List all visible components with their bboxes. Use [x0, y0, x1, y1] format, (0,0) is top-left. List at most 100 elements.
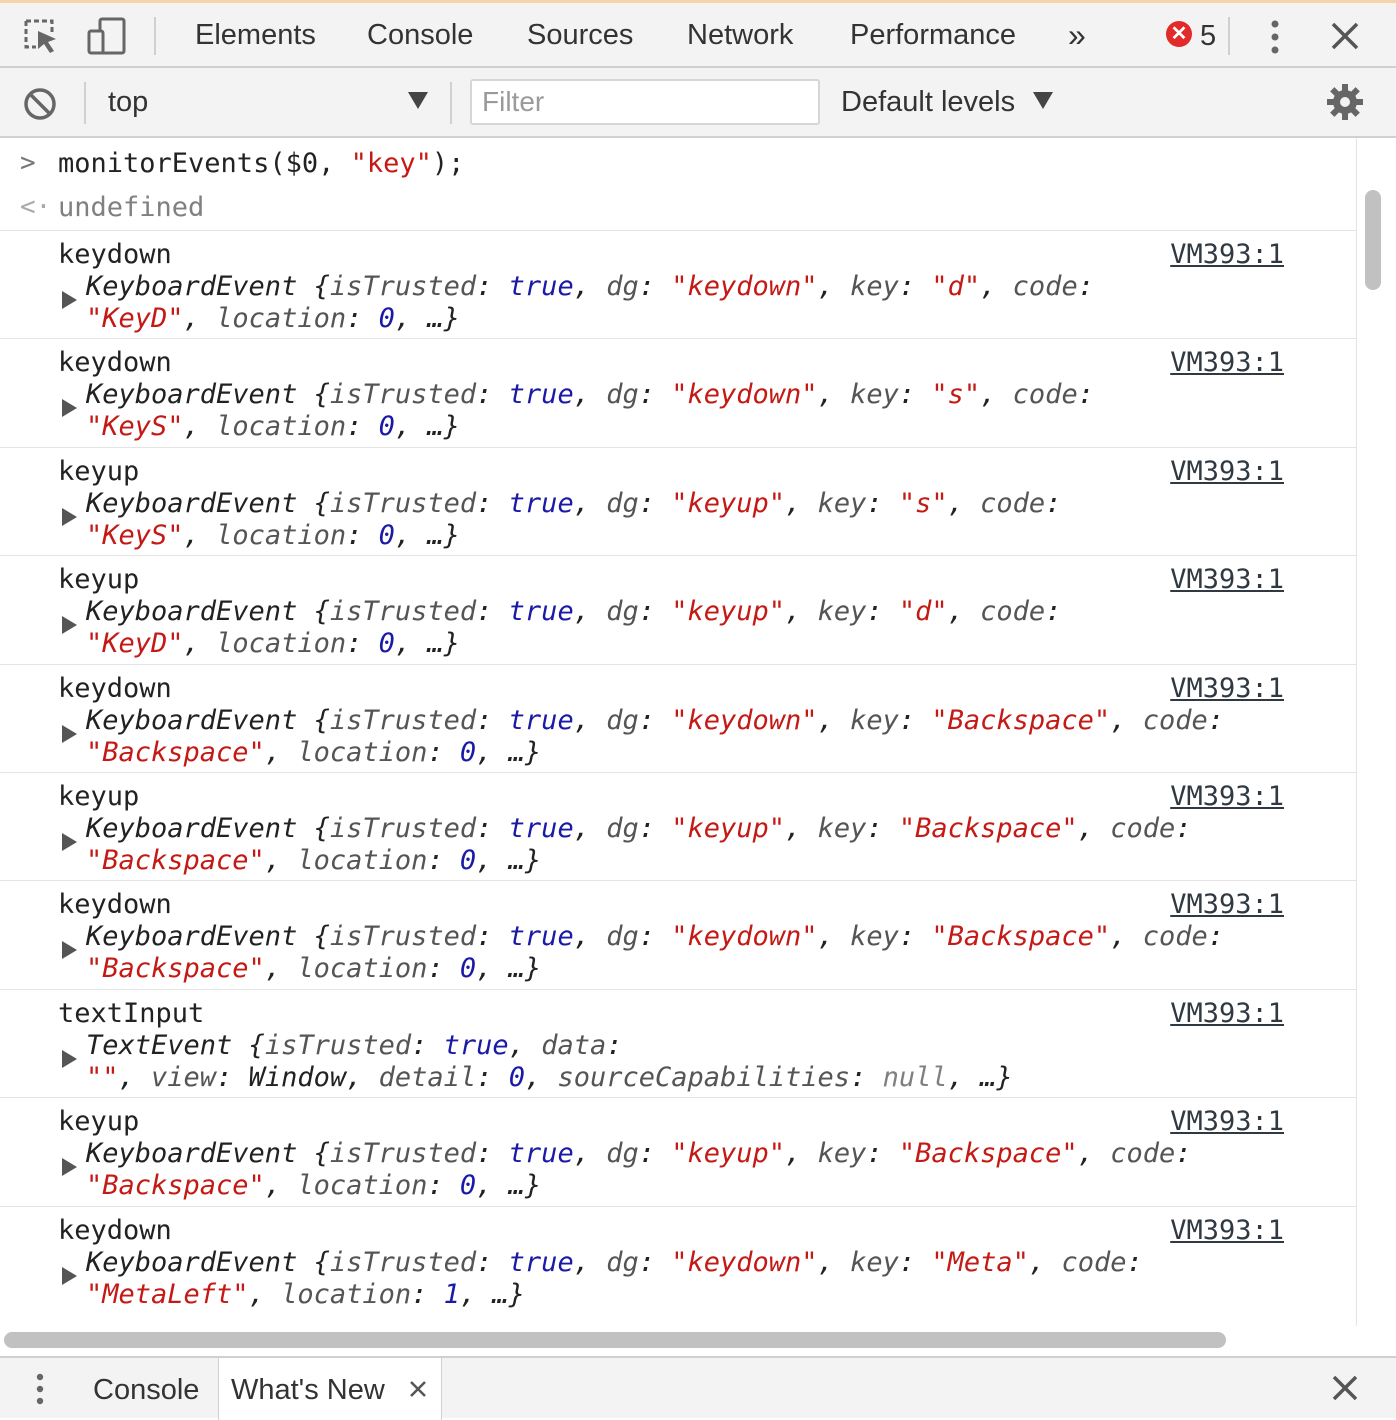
- event-object-preview[interactable]: KeyboardEvent {isTrusted: true, dg: "key…: [86, 379, 1094, 410]
- tab-sources[interactable]: Sources: [527, 17, 633, 53]
- expand-triangle-icon[interactable]: [62, 1049, 77, 1068]
- vertical-scroll-thumb[interactable]: [1365, 190, 1381, 290]
- expand-triangle-icon[interactable]: [62, 941, 77, 960]
- event-object-preview-cont[interactable]: "KeyS", location: 0, …}: [86, 520, 460, 551]
- close-drawer-icon[interactable]: [1331, 1374, 1359, 1407]
- source-link[interactable]: VM393:1: [1170, 347, 1284, 378]
- tab-network[interactable]: Network: [687, 17, 793, 53]
- error-icon[interactable]: ✕: [1166, 21, 1192, 47]
- console-result: undefined: [58, 192, 205, 223]
- event-type: keydown: [58, 239, 172, 270]
- drawer-menu-icon[interactable]: [32, 1372, 48, 1411]
- clear-console-icon[interactable]: [22, 86, 58, 127]
- event-object-preview-cont[interactable]: "Backspace", location: 0, …}: [86, 845, 541, 876]
- drawer-tab-whats-new[interactable]: What's New: [218, 1358, 442, 1420]
- toolbar-divider: [154, 17, 156, 55]
- error-count[interactable]: 5: [1200, 20, 1216, 53]
- more-tabs-icon[interactable]: »: [1068, 17, 1086, 53]
- event-object-preview-cont[interactable]: "MetaLeft", location: 1, …}: [86, 1279, 525, 1310]
- drawer-tab-bar: Console What's New: [0, 1356, 1396, 1420]
- console-log-entry[interactable]: keyup VM393:1 KeyboardEvent {isTrusted: tr…: [0, 446, 1356, 555]
- console-log-entry[interactable]: keydown VM393:1 KeyboardEvent {isTrusted: …: [0, 1205, 1356, 1314]
- toolbar-divider: [450, 82, 452, 124]
- result-chevron-icon: <·: [20, 192, 52, 222]
- console-log-entry[interactable]: keyup VM393:1 KeyboardEvent {isTrusted: tr…: [0, 1097, 1356, 1205]
- expand-triangle-icon[interactable]: [62, 833, 77, 851]
- source-link[interactable]: VM393:1: [1170, 781, 1284, 812]
- log-levels-dropdown[interactable]: Default levels: [841, 86, 1015, 119]
- event-object-preview[interactable]: KeyboardEvent {isTrusted: true, dg: "key…: [86, 271, 1094, 302]
- event-object-preview-cont[interactable]: "", view: Window, detail: 0, sourceCapab…: [86, 1062, 1013, 1093]
- horizontal-scroll-thumb[interactable]: [4, 1332, 1226, 1348]
- expand-triangle-icon[interactable]: [62, 1266, 77, 1285]
- event-type: keyup: [58, 564, 140, 596]
- console-log-entry[interactable]: textInput VM393:1 TextEvent {isTrusted: tr…: [0, 988, 1356, 1097]
- kebab-menu-icon[interactable]: [1266, 19, 1284, 60]
- event-object-preview-cont[interactable]: "KeyD", location: 0, …}: [86, 303, 460, 334]
- tab-console[interactable]: Console: [341, 17, 499, 72]
- event-type: keyup: [58, 455, 140, 487]
- event-object-preview-cont[interactable]: "KeyD", location: 0, …}: [86, 628, 460, 659]
- context-selector[interactable]: top: [108, 86, 148, 119]
- event-type: keydown: [58, 889, 172, 921]
- event-object-preview[interactable]: TextEvent {isTrusted: true, data:: [86, 1030, 622, 1061]
- expand-triangle-icon[interactable]: [62, 1158, 77, 1177]
- tab-elements[interactable]: Elements: [195, 17, 316, 53]
- source-link[interactable]: VM393:1: [1170, 889, 1284, 920]
- event-object-preview-cont[interactable]: "Backspace", location: 0, …}: [86, 737, 541, 768]
- console-log-entry[interactable]: keyup VM393:1 KeyboardEvent {isTrusted: tr…: [0, 772, 1356, 880]
- device-toolbar-icon[interactable]: [86, 17, 128, 62]
- drawer-tab-label: What's New: [231, 1374, 385, 1406]
- drawer-tab-console[interactable]: Console: [93, 1374, 199, 1407]
- source-link[interactable]: VM393:1: [1170, 1215, 1284, 1246]
- source-link[interactable]: VM393:1: [1170, 239, 1284, 270]
- event-type: keydown: [58, 347, 172, 379]
- event-object-preview[interactable]: KeyboardEvent {isTrusted: true, dg: "key…: [86, 1247, 1143, 1278]
- tab-performance[interactable]: Performance: [850, 17, 1016, 53]
- expand-triangle-icon[interactable]: [62, 291, 77, 309]
- event-type: keyup: [58, 781, 140, 812]
- console-log-entry[interactable]: keydown VM393:1 KeyboardEvent {isTrusted: …: [0, 230, 1356, 338]
- filter-input[interactable]: [470, 79, 820, 125]
- close-tab-icon[interactable]: [409, 1380, 427, 1403]
- expand-triangle-icon[interactable]: [62, 724, 77, 743]
- console-log-entry[interactable]: keydown VM393:1 KeyboardEvent {isTrusted: …: [0, 880, 1356, 988]
- event-object-preview-cont[interactable]: "Backspace", location: 0, …}: [86, 953, 541, 984]
- console-toolbar: top Default levels: [0, 68, 1396, 138]
- toolbar-divider: [1228, 17, 1230, 55]
- dropdown-arrow-icon[interactable]: [408, 92, 428, 109]
- source-link[interactable]: VM393:1: [1170, 998, 1284, 1029]
- event-type: keydown: [58, 672, 172, 704]
- settings-gear-icon[interactable]: [1326, 83, 1364, 126]
- event-object-preview[interactable]: KeyboardEvent {isTrusted: true, dg: "key…: [86, 705, 1224, 736]
- event-object-preview[interactable]: KeyboardEvent {isTrusted: true, dg: "key…: [86, 921, 1224, 952]
- source-link[interactable]: VM393:1: [1170, 564, 1284, 595]
- event-object-preview[interactable]: KeyboardEvent {isTrusted: true, dg: "key…: [86, 1138, 1191, 1169]
- event-object-preview-cont[interactable]: "Backspace", location: 0, …}: [86, 1170, 541, 1201]
- horizontal-scrollbar[interactable]: [0, 1326, 1356, 1354]
- console-log-entry[interactable]: keydown VM393:1 KeyboardEvent {isTrusted: …: [0, 338, 1356, 446]
- inspect-element-icon[interactable]: [22, 17, 60, 62]
- event-object-preview[interactable]: KeyboardEvent {isTrusted: true, dg: "key…: [86, 596, 1061, 627]
- source-link[interactable]: VM393:1: [1170, 456, 1284, 487]
- console-log-entry[interactable]: keyup VM393:1 KeyboardEvent {isTrusted: tr…: [0, 555, 1356, 663]
- vertical-scrollbar[interactable]: [1356, 138, 1396, 1326]
- console-log[interactable]: > monitorEvents($0, "key"); <· undefined…: [0, 138, 1356, 1326]
- devtools-tab-bar: Elements Console Sources Network Perform…: [0, 0, 1396, 72]
- source-link[interactable]: VM393:1: [1170, 1106, 1284, 1137]
- dropdown-arrow-icon[interactable]: [1033, 92, 1053, 109]
- event-type: keyup: [58, 1106, 140, 1138]
- event-type: textInput: [58, 997, 205, 1029]
- close-icon[interactable]: [1330, 21, 1360, 56]
- toolbar-divider: [84, 82, 86, 124]
- expand-triangle-icon[interactable]: [62, 507, 77, 526]
- event-object-preview[interactable]: KeyboardEvent {isTrusted: true, dg: "key…: [86, 813, 1191, 844]
- event-object-preview-cont[interactable]: "KeyS", location: 0, …}: [86, 411, 460, 442]
- console-log-entry[interactable]: keydown VM393:1 KeyboardEvent {isTrusted: …: [0, 663, 1356, 772]
- expand-triangle-icon[interactable]: [62, 399, 77, 418]
- event-type: keydown: [58, 1214, 172, 1246]
- expand-triangle-icon[interactable]: [62, 616, 77, 635]
- source-link[interactable]: VM393:1: [1170, 673, 1284, 704]
- prompt-chevron-icon: >: [20, 148, 36, 178]
- event-object-preview[interactable]: KeyboardEvent {isTrusted: true, dg: "key…: [86, 488, 1061, 519]
